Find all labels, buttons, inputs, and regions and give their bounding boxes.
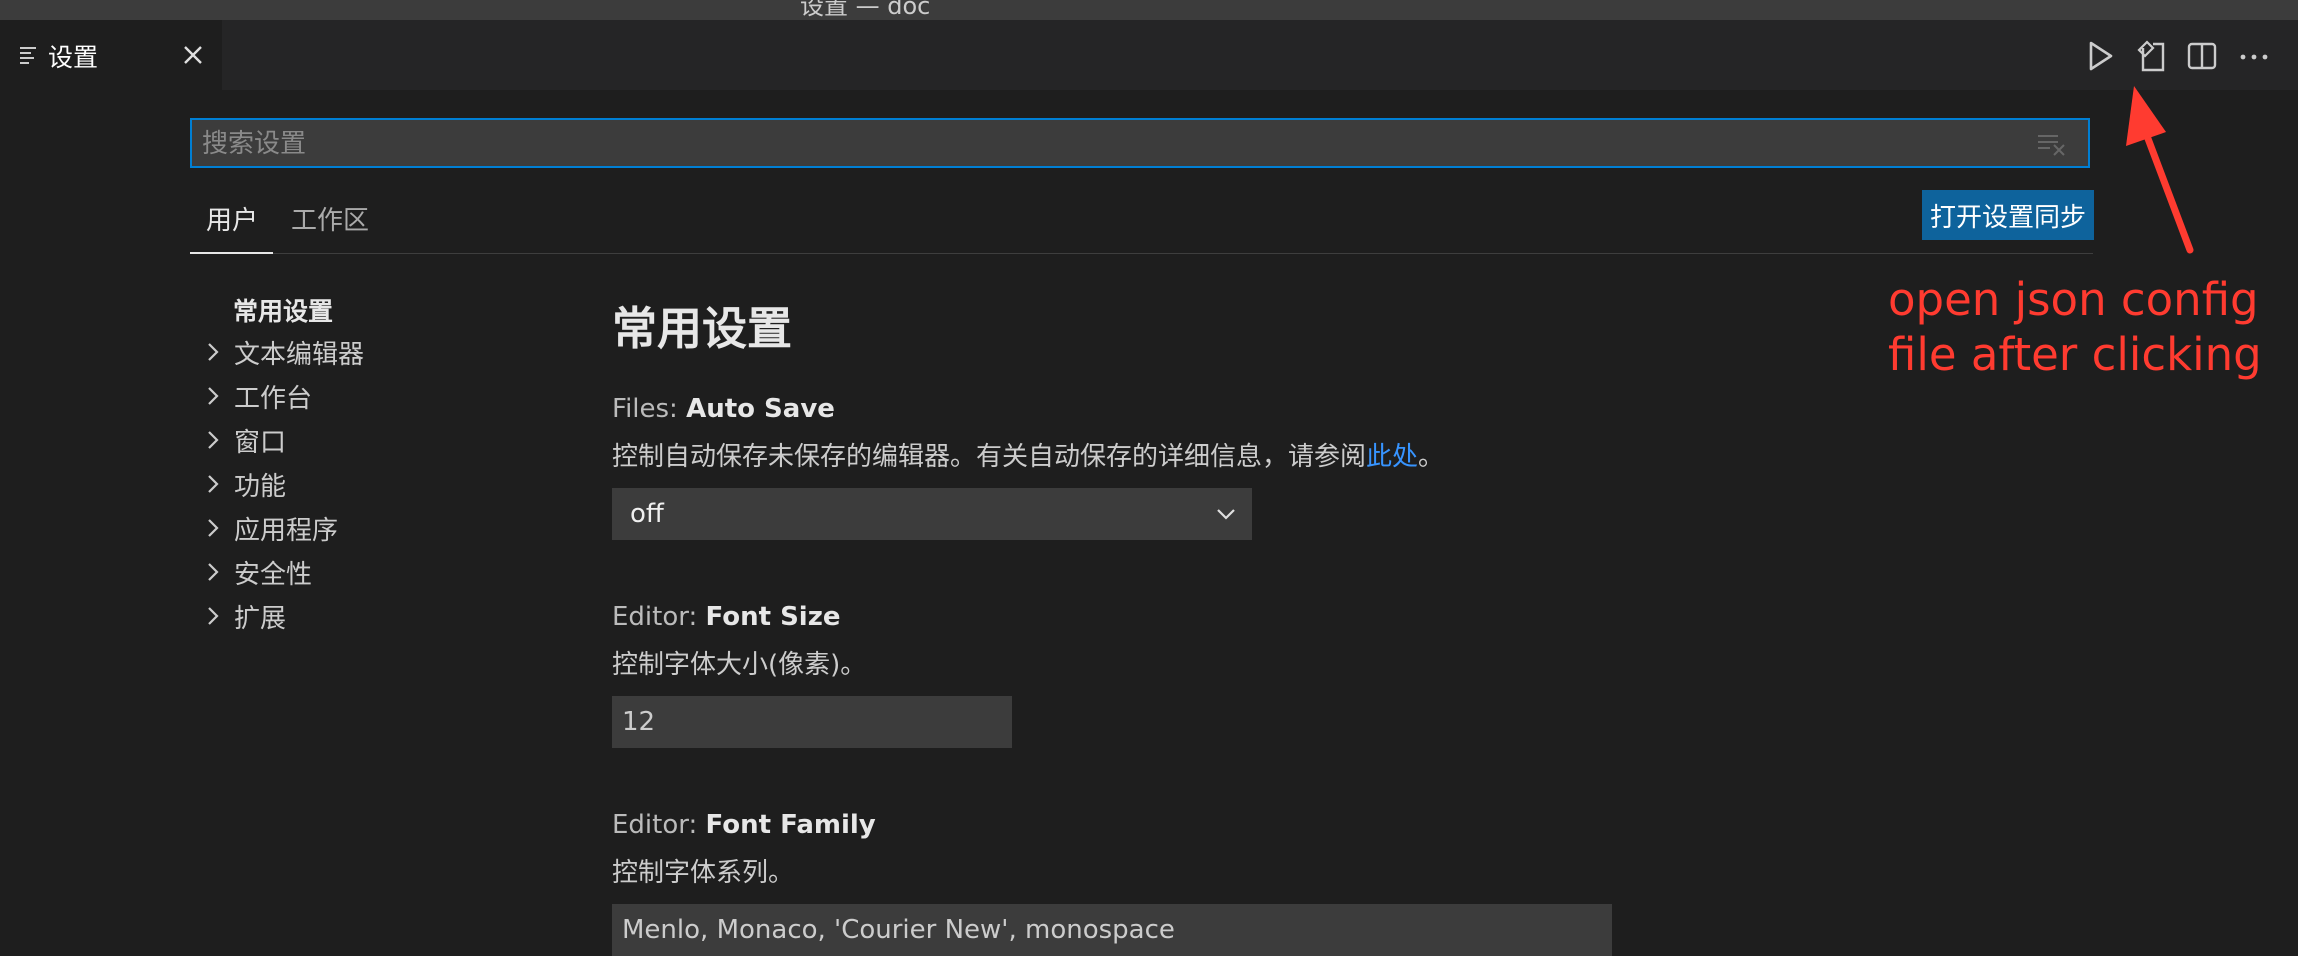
- chevron-right-icon: [208, 563, 219, 581]
- split-editor-icon[interactable]: [2182, 36, 2222, 76]
- auto-save-value: off: [630, 499, 664, 529]
- scope-divider: [190, 253, 2093, 254]
- toc-item-commonly-used[interactable]: 常用设置: [233, 292, 333, 328]
- setting-category: Editor:: [612, 810, 706, 840]
- annotation-arrow-icon: [2126, 86, 2194, 254]
- toc-item-workbench[interactable]: 工作台: [200, 376, 312, 416]
- setting-description-auto-save: 控制自动保存未保存的编辑器。有关自动保存的详细信息，请参阅此处。: [612, 436, 1444, 473]
- annotation-line-1: open json config: [1888, 273, 2259, 326]
- setting-name: Font Family: [705, 810, 876, 840]
- toc-item-label: 功能: [234, 471, 287, 502]
- setting-category: Files:: [612, 394, 687, 424]
- toc-item-label: 扩展: [234, 603, 287, 634]
- chevron-right-icon: [208, 431, 219, 449]
- toc-item-label: 文本编辑器: [234, 339, 365, 370]
- description-text: 控制自动保存未保存的编辑器。有关自动保存的详细信息，请参阅: [612, 442, 1367, 472]
- setting-name: Auto Save: [686, 394, 835, 424]
- chevron-right-icon: [208, 607, 219, 625]
- font-family-input[interactable]: [612, 904, 1612, 956]
- toc-item-extensions[interactable]: 扩展: [200, 596, 286, 636]
- open-settings-sync-button[interactable]: 打开设置同步: [1922, 190, 2094, 240]
- auto-save-select[interactable]: off: [612, 488, 1252, 540]
- tab-workspace[interactable]: 工作区: [291, 200, 369, 237]
- toc-item-features[interactable]: 功能: [200, 464, 286, 504]
- toc-item-label: 应用程序: [234, 515, 339, 546]
- chevron-right-icon: [208, 519, 219, 537]
- settings-editor-icon: [20, 47, 36, 64]
- toc-item-label: 安全性: [234, 559, 313, 590]
- clear-filter-icon[interactable]: [2036, 132, 2066, 156]
- font-size-input[interactable]: [612, 696, 1012, 748]
- window-titlebar: 设置 — doc: [0, 0, 2298, 20]
- auto-save-details-link[interactable]: 此处: [1366, 442, 1418, 472]
- toc-item-label: 工作台: [234, 383, 313, 414]
- setting-title-font-size: Editor: Font Size: [612, 602, 840, 632]
- editor-tab-bar: 设置: [0, 20, 2298, 90]
- setting-name: Font Size: [705, 602, 841, 632]
- toc-item-text-editor[interactable]: 文本编辑器: [200, 332, 364, 372]
- chevron-right-icon: [208, 343, 219, 361]
- setting-description-font-size: 控制字体大小(像素)。: [612, 650, 867, 680]
- chevron-right-icon: [208, 387, 219, 405]
- toc-item-label: 窗口: [234, 427, 287, 458]
- active-tab-underline: [190, 252, 273, 254]
- toc-item-security[interactable]: 安全性: [200, 552, 312, 592]
- search-settings-box: [190, 118, 2090, 168]
- window-title: 设置 — doc: [800, 0, 931, 20]
- annotation-text: open json config file after clicking: [1888, 272, 2262, 382]
- setting-title-font-family: Editor: Font Family: [612, 810, 876, 840]
- annotation-line-2: file after clicking: [1888, 328, 2262, 381]
- open-settings-json-icon[interactable]: [2131, 36, 2171, 76]
- setting-category: Editor:: [612, 602, 706, 632]
- tab-label: 设置: [48, 43, 99, 72]
- setting-title-auto-save: Files: Auto Save: [612, 394, 835, 424]
- toc-item-application[interactable]: 应用程序: [200, 508, 338, 548]
- tab-user[interactable]: 用户: [206, 200, 258, 237]
- search-input[interactable]: [200, 120, 2024, 168]
- close-icon[interactable]: [180, 42, 206, 68]
- setting-description-font-family: 控制字体系列。: [612, 858, 795, 888]
- toc-item-window[interactable]: 窗口: [200, 420, 286, 460]
- tab-settings[interactable]: 设置: [0, 20, 222, 90]
- more-actions-icon[interactable]: [2234, 36, 2274, 76]
- run-icon[interactable]: [2080, 36, 2120, 76]
- chevron-right-icon: [208, 475, 219, 493]
- description-suffix: 。: [1418, 442, 1445, 472]
- section-title: 常用设置: [612, 302, 793, 355]
- chevron-down-icon: [1217, 509, 1235, 520]
